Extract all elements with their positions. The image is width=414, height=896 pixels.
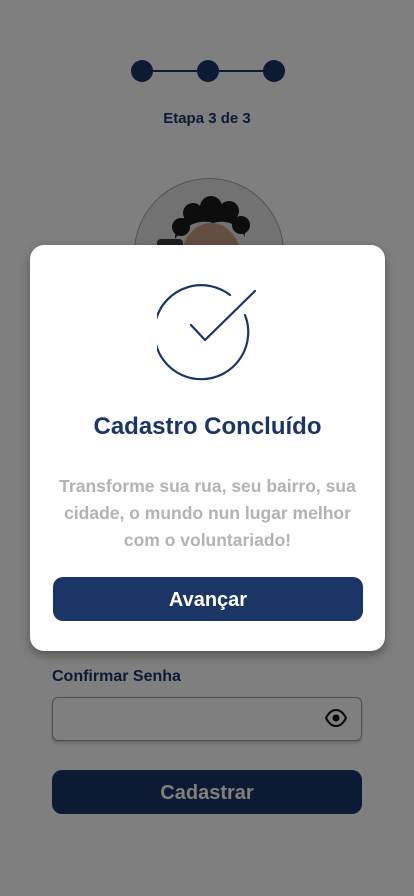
modal-title: Cadastro Concluído xyxy=(93,413,322,440)
advance-button[interactable]: Avançar xyxy=(53,577,363,621)
modal-message: Transforme sua rua, seu bairro, sua cida… xyxy=(59,476,356,550)
check-circle-icon xyxy=(157,284,257,381)
success-modal: Cadastro Concluído Transforme sua rua, s… xyxy=(30,245,385,651)
